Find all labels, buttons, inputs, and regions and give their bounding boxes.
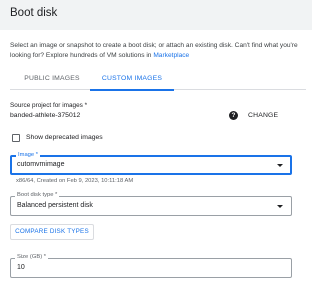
- source-project-value: banded-athlete-375012: [10, 112, 81, 119]
- dialog-title: Boot disk: [10, 7, 58, 19]
- change-button[interactable]: CHANGE: [248, 112, 278, 119]
- show-deprecated-label: Show deprecated images: [26, 134, 103, 141]
- show-deprecated-checkbox[interactable]: [12, 134, 20, 142]
- tab-custom-images[interactable]: CUSTOM IMAGES: [90, 68, 174, 91]
- dropdown-arrow-icon: [277, 164, 283, 167]
- image-tabs: PUBLIC IMAGES CUSTOM IMAGES: [10, 68, 306, 91]
- help-icon[interactable]: ?: [229, 111, 238, 120]
- image-select-label: Image *: [16, 152, 40, 159]
- size-value: 10: [17, 264, 25, 271]
- image-select-value: cutomvmimage: [17, 161, 65, 168]
- boot-disk-type-label: Boot disk type *: [15, 192, 60, 199]
- tab-public-images[interactable]: PUBLIC IMAGES: [14, 68, 90, 90]
- image-hint: x86/64, Created on Feb 9, 2023, 10:11:18…: [16, 178, 134, 184]
- dialog-header: Boot disk: [0, 0, 312, 30]
- description: Select an image or snapshot to create a …: [10, 41, 306, 61]
- size-label: Size (GB) *: [15, 254, 48, 261]
- boot-disk-type-value: Balanced persistent disk: [17, 202, 93, 209]
- source-project-label: Source project for images *: [10, 102, 88, 109]
- size-input[interactable]: Size (GB) * 10: [10, 254, 292, 278]
- marketplace-link[interactable]: Marketplace: [153, 52, 189, 59]
- dropdown-arrow-icon: [277, 205, 283, 208]
- compare-disk-types-button[interactable]: COMPARE DISK TYPES: [10, 224, 94, 240]
- boot-disk-type-select[interactable]: Boot disk type * Balanced persistent dis…: [10, 192, 292, 216]
- image-select[interactable]: Image * cutomvmimage: [10, 152, 292, 175]
